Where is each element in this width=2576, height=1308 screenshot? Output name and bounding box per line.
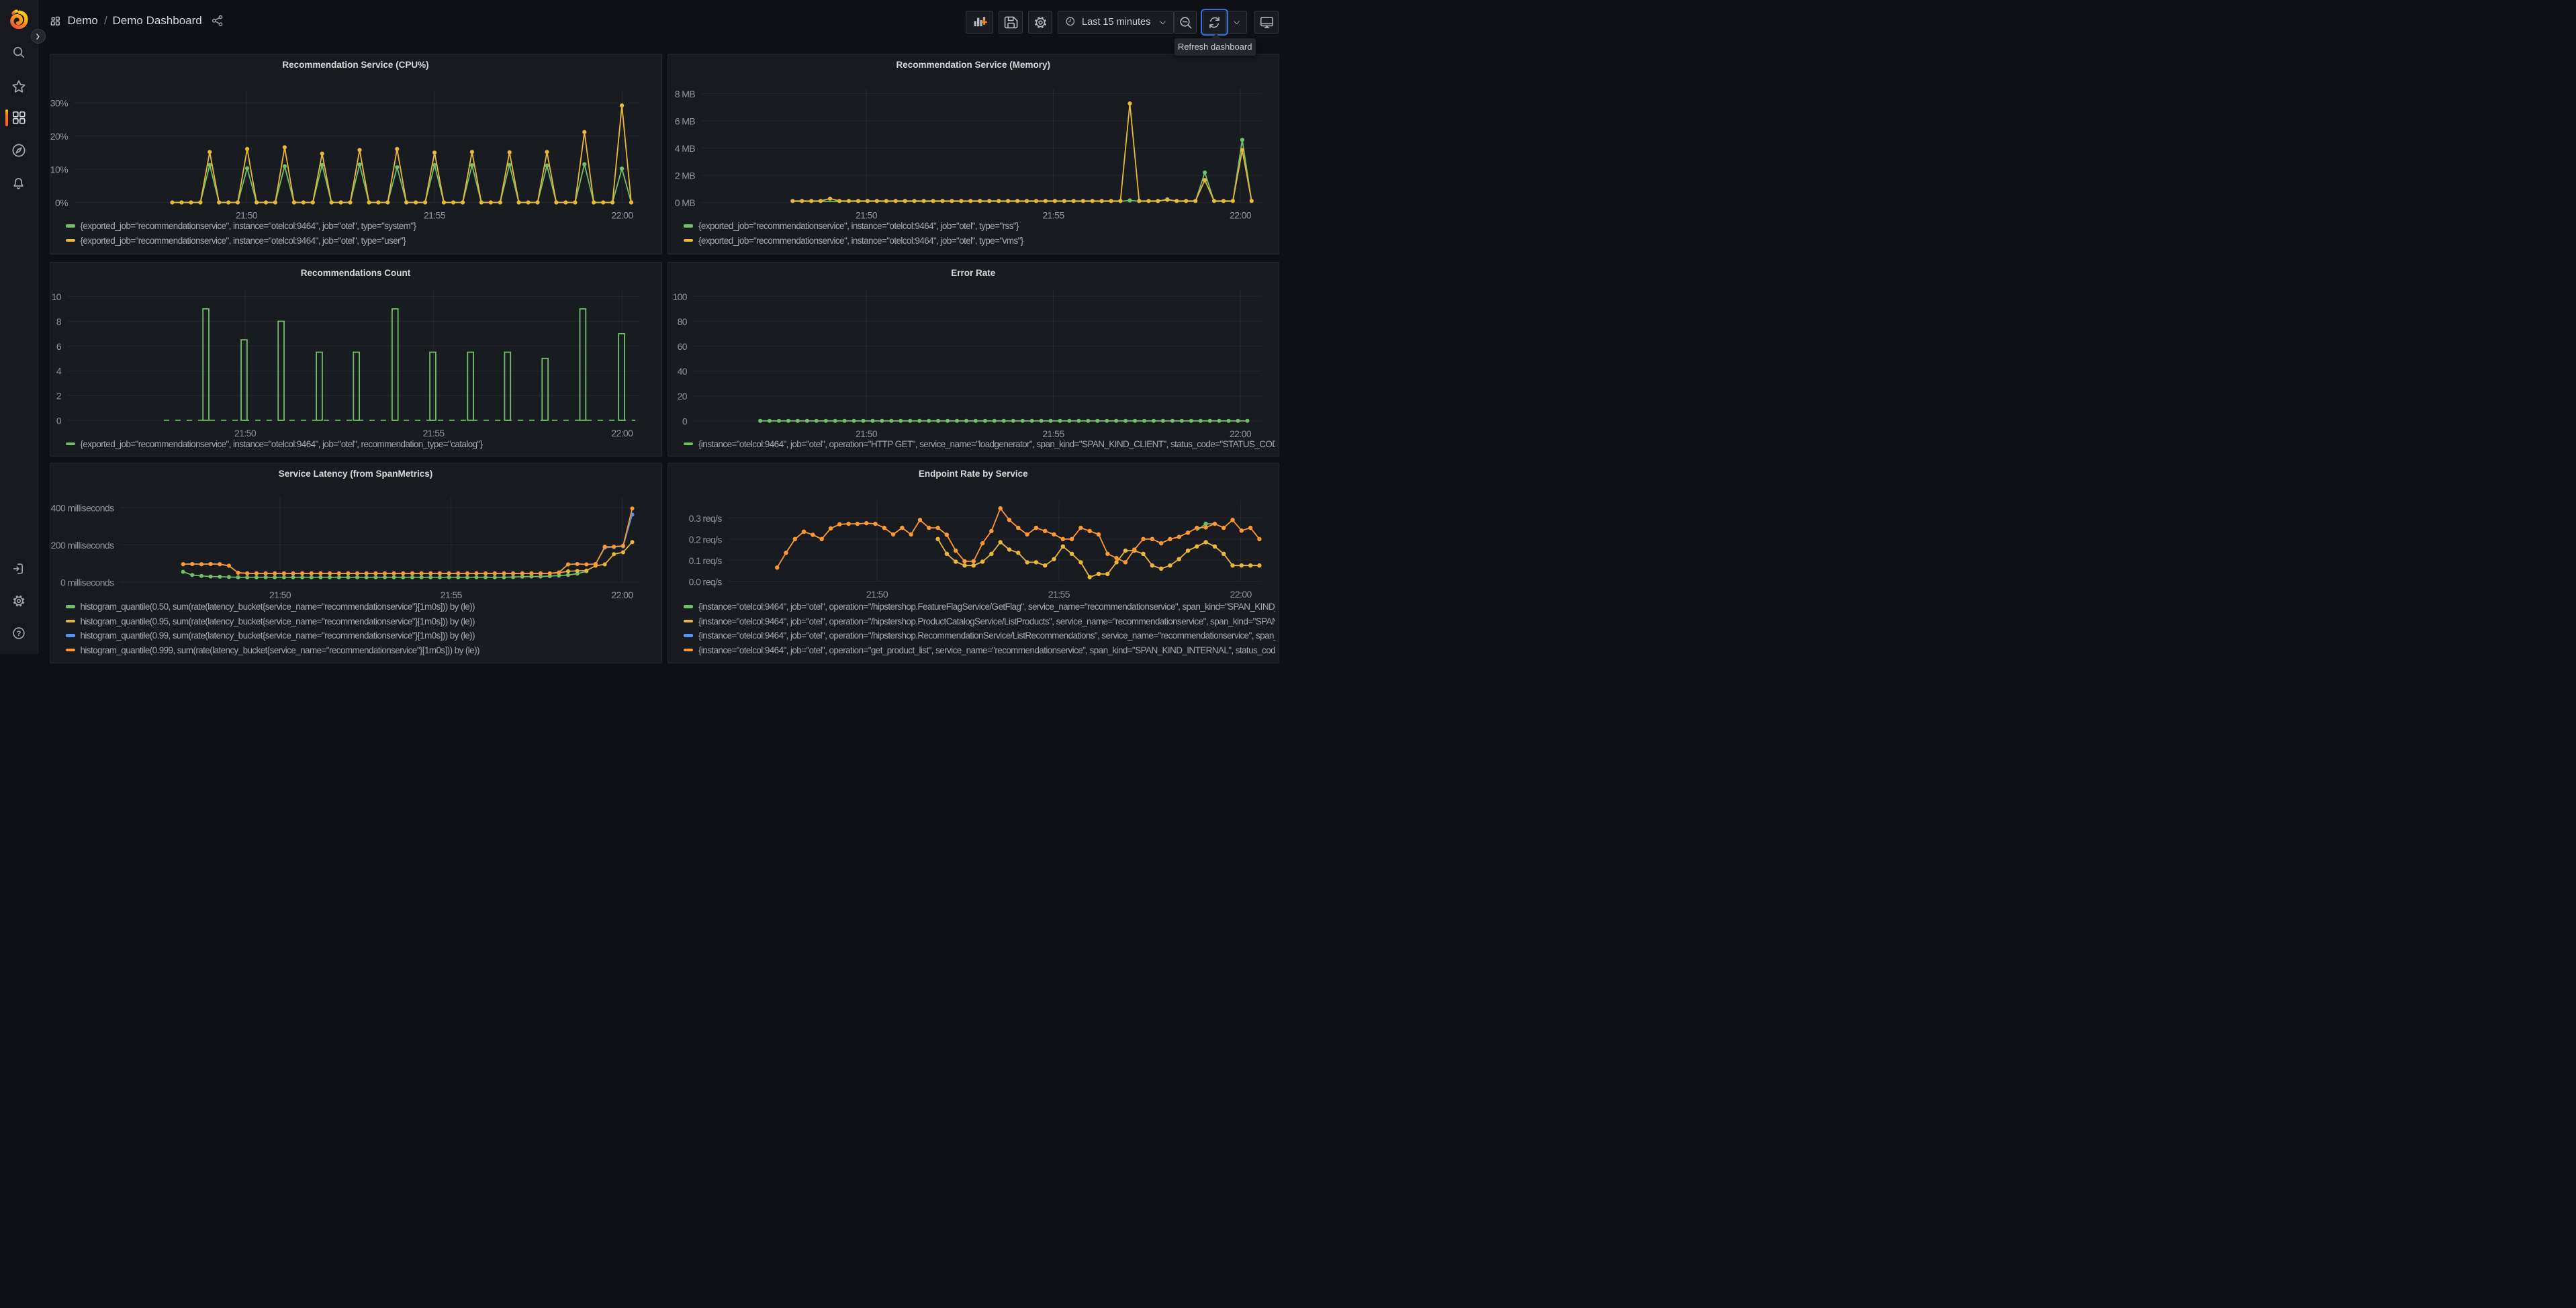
svg-text:?: ? — [16, 630, 21, 638]
